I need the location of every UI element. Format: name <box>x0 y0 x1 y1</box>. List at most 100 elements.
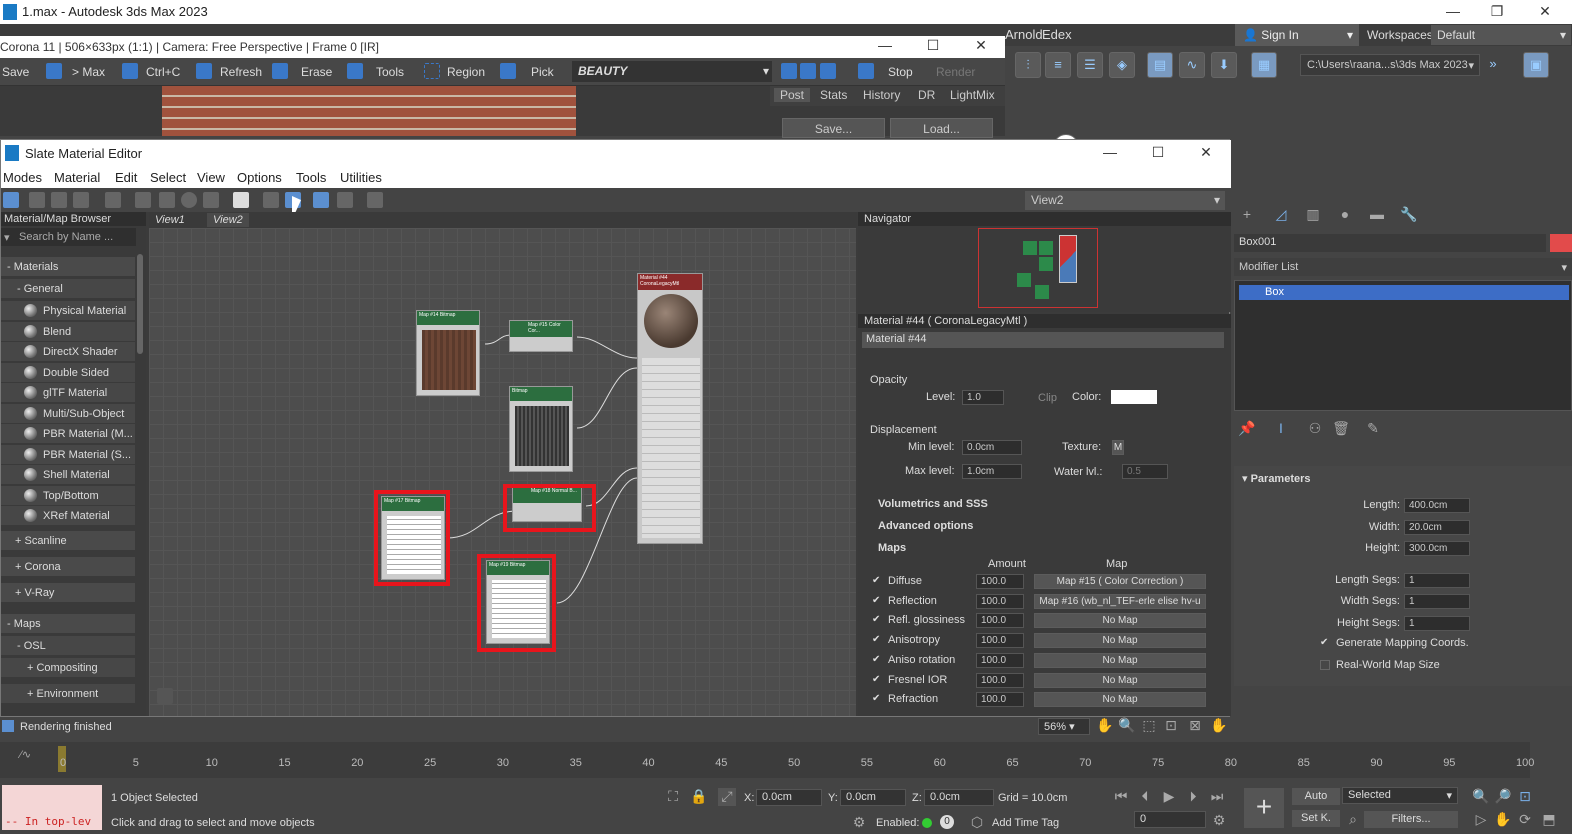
zoom-extents-icon[interactable]: ⊡ <box>1162 717 1180 735</box>
workspace-select[interactable]: Default ▾ <box>1431 25 1571 45</box>
pick-button[interactable]: Pick <box>531 65 554 79</box>
node-bitmap[interactable]: Bitmap <box>509 386 573 472</box>
param-field[interactable]: 20.0cm <box>1404 519 1470 535</box>
schematic-icon[interactable]: ⬇ <box>1211 52 1237 78</box>
auto-key-button[interactable]: Auto <box>1292 788 1340 805</box>
map-enable-checkbox[interactable]: ✔ <box>872 615 882 625</box>
pick-material-icon[interactable] <box>29 192 45 208</box>
stop-button[interactable]: Stop <box>888 65 913 79</box>
region-button[interactable]: Region <box>447 65 485 79</box>
pan-view-icon[interactable]: ✋ <box>1494 811 1512 829</box>
orbit-icon[interactable]: ⟳ <box>1516 811 1534 829</box>
next-frame-icon[interactable]: ⏵ <box>1184 788 1202 806</box>
configure-sets-icon[interactable]: ✎ <box>1364 420 1382 438</box>
menu-edex[interactable]: Edex <box>1042 27 1072 42</box>
minimize-icon[interactable]: — <box>1438 3 1468 19</box>
zoom-in-icon[interactable] <box>781 63 797 79</box>
hierarchy-icon[interactable]: ▥ <box>1304 206 1322 224</box>
restore-icon[interactable]: ❐ <box>1482 3 1512 20</box>
rollout-advanced[interactable]: Advanced options <box>878 520 973 532</box>
tab-stats[interactable]: Stats <box>820 88 847 102</box>
rollout-maps[interactable]: Maps <box>878 542 906 554</box>
zoom-field[interactable]: 56% ▾ <box>1038 718 1090 735</box>
material-editor-icon[interactable]: ▦ <box>1251 52 1277 78</box>
to-max-button[interactable]: > Max <box>72 65 105 79</box>
align-icon[interactable]: ⫶ <box>1015 52 1041 78</box>
materials-group[interactable]: - Materials <box>1 257 135 276</box>
stack-item-box[interactable]: Box <box>1239 285 1569 300</box>
map-amount-field[interactable]: 100.0 <box>976 593 1024 609</box>
browser-item[interactable]: Physical Material <box>1 301 135 320</box>
time-config-icon[interactable]: ⚙ <box>1210 812 1228 830</box>
zoom-out-icon[interactable] <box>800 63 816 79</box>
zoom-all-icon[interactable]: 🔎 <box>1494 788 1512 806</box>
menu-options[interactable]: Options <box>237 170 282 185</box>
y-field[interactable]: 0.0cm <box>840 789 906 806</box>
param-field[interactable]: 1 <box>1404 615 1470 631</box>
enabled-dot-icon[interactable] <box>922 818 932 828</box>
put-to-scene-icon[interactable] <box>51 192 67 208</box>
corona-load-button[interactable]: Load... <box>890 118 993 138</box>
min-level-field[interactable]: 0.0cm <box>962 440 1022 455</box>
map-slot-button[interactable]: No Map <box>1034 633 1206 649</box>
node-view-canvas[interactable]: Map #14 Bitmap Map #15 Color Cor... Bitm… <box>149 228 856 716</box>
browser-item[interactable]: XRef Material <box>1 506 135 525</box>
map-enable-checkbox[interactable]: ✔ <box>872 635 882 645</box>
tools-button[interactable]: Tools <box>376 65 404 79</box>
max-level-field[interactable]: 1.0cm <box>962 464 1022 479</box>
map-enable-checkbox[interactable]: ✔ <box>872 654 882 665</box>
go-to-start-icon[interactable]: ⏮ <box>1112 788 1130 806</box>
key-selection-dropdown[interactable]: Selected ▾ <box>1342 787 1458 804</box>
timeline[interactable]: ⁄∿ 0 5 10 15 20 25 30 35 40 45 50 55 60 65 70 75 80 85 90 9… <box>0 742 1534 778</box>
layout-icon[interactable] <box>263 192 279 208</box>
view-dropdown[interactable]: View2 ▾ <box>1025 191 1225 210</box>
map-slot-button[interactable]: No Map <box>1034 672 1206 688</box>
zoom-region-icon[interactable]: ⬚ <box>1140 717 1158 735</box>
sign-in-button[interactable]: 👤 Sign In ▾ <box>1235 24 1359 46</box>
go-to-end-icon[interactable]: ⏭ <box>1208 788 1226 806</box>
param-field[interactable]: 1 <box>1404 572 1470 588</box>
map-enable-checkbox[interactable]: ✔ <box>872 674 882 685</box>
gen-mapping-checkbox[interactable]: ✔ <box>1320 638 1330 648</box>
hide-icon[interactable] <box>159 192 175 208</box>
script-listener[interactable]: -- In top-lev <box>2 785 102 830</box>
menu-arnold[interactable]: Arnold <box>1005 27 1043 42</box>
close-icon[interactable]: ✕ <box>1530 3 1560 20</box>
zero-icon[interactable]: 0 <box>940 815 954 829</box>
maps-group[interactable]: - Maps <box>1 614 135 633</box>
maximize-icon[interactable]: ☐ <box>1143 144 1173 161</box>
map-amount-field[interactable]: 100.0 <box>976 574 1024 589</box>
render-setup-icon[interactable]: ▣ <box>1523 52 1549 78</box>
map-enable-checkbox[interactable]: ✔ <box>872 576 882 586</box>
channel-select[interactable]: BEAUTY ▾ <box>572 61 772 82</box>
maximize-viewport-icon[interactable]: ⬒ <box>1540 811 1558 829</box>
vray-group[interactable]: + V-Ray <box>1 583 135 602</box>
compositing-group[interactable]: + Compositing <box>1 658 135 677</box>
ribbon-icon[interactable]: ▤ <box>1147 52 1173 78</box>
parameters-header[interactable]: ▾ Parameters <box>1242 472 1311 485</box>
layer-explorer-icon[interactable]: ≡ <box>1045 52 1071 78</box>
show-map-icon[interactable] <box>233 192 249 208</box>
save-button[interactable]: Save <box>2 65 29 79</box>
zoom-selected-icon[interactable]: ⊠ <box>1186 717 1204 735</box>
param-field[interactable]: 1 <box>1404 594 1470 609</box>
opacity-level-field[interactable]: 1.0 <box>962 390 1004 405</box>
layers-icon[interactable]: ◈ <box>1109 52 1135 78</box>
browser-item[interactable]: Top/Bottom <box>1 485 135 505</box>
map-enable-checkbox[interactable]: ✔ <box>872 595 882 606</box>
motion-icon[interactable]: ● <box>1336 206 1354 224</box>
browser-item[interactable]: DirectX Shader <box>1 342 135 361</box>
texture-map-button[interactable]: M <box>1112 440 1124 455</box>
tab-view1[interactable]: View1 <box>149 213 191 227</box>
node-material44[interactable]: Material #44 CoronaLegacyMtl <box>637 273 703 544</box>
assign-icon[interactable] <box>73 192 89 208</box>
param-field[interactable]: 300.0cm <box>1404 541 1470 556</box>
zoom-icon[interactable]: 🔍 <box>1118 717 1136 735</box>
map-slot-button[interactable]: Map #16 (wb_nl_TEF-erle elise hv-u <box>1034 593 1206 609</box>
param-field[interactable]: 400.0cm <box>1404 498 1470 513</box>
delete-icon[interactable] <box>105 192 121 208</box>
curve-icon[interactable]: ⁄∿ <box>20 748 31 761</box>
checker-icon[interactable] <box>203 192 219 208</box>
filters-button[interactable]: Filters... <box>1364 811 1458 828</box>
z-field[interactable]: 0.0cm <box>924 789 994 806</box>
